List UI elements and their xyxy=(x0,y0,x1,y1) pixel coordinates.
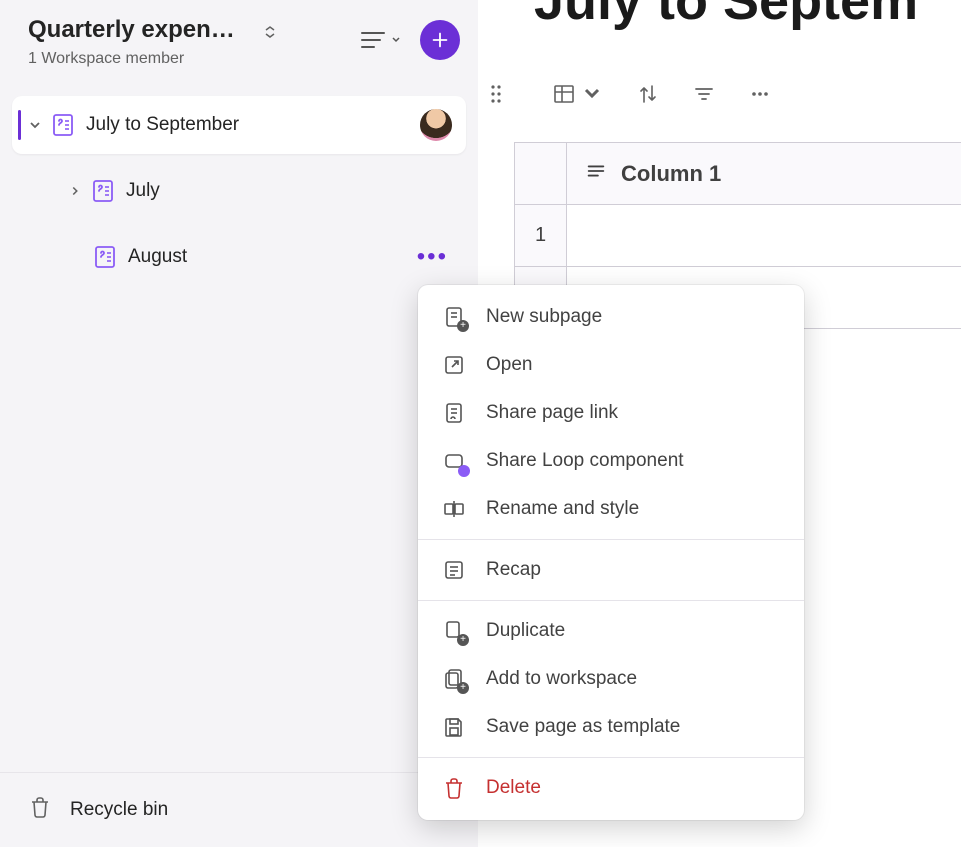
menu-recap[interactable]: Recap xyxy=(418,546,804,594)
table-cell-r1c1[interactable] xyxy=(567,205,961,267)
recap-icon xyxy=(442,558,466,582)
column-header-1[interactable]: Column 1 xyxy=(567,143,961,205)
trash-icon xyxy=(28,795,52,825)
delete-icon xyxy=(442,776,466,800)
workspace-switcher-icon[interactable] xyxy=(260,24,280,40)
menu-item-label: Share Loop component xyxy=(486,450,684,472)
menu-separator xyxy=(418,539,804,540)
rename-icon xyxy=(442,497,466,521)
menu-item-label: Add to workspace xyxy=(486,668,637,690)
loop-page-icon xyxy=(50,112,76,138)
menu-share-page-link[interactable]: Share page link xyxy=(418,389,804,437)
table-corner-cell[interactable] xyxy=(515,143,567,205)
menu-separator xyxy=(418,600,804,601)
new-subpage-icon: + xyxy=(442,305,466,329)
menu-item-label: Rename and style xyxy=(486,498,639,520)
page-tree: July to September July August ••• xyxy=(0,78,478,772)
menu-item-label: Recap xyxy=(486,559,541,581)
menu-share-loop-component[interactable]: Share Loop component xyxy=(418,437,804,485)
recycle-bin-label: Recycle bin xyxy=(70,799,168,821)
tree-item-label: July to September xyxy=(86,114,420,136)
save-template-icon xyxy=(442,715,466,739)
tree-item-july-to-september[interactable]: July to September xyxy=(12,96,466,154)
menu-item-label: Open xyxy=(486,354,532,376)
column-header-label: Column 1 xyxy=(621,161,721,187)
page-title[interactable]: July to Septem xyxy=(478,0,961,32)
page-context-menu: + New subpage Open Share page link Share… xyxy=(418,285,804,820)
menu-item-label: Delete xyxy=(486,777,541,799)
share-link-icon xyxy=(442,401,466,425)
menu-item-label: New subpage xyxy=(486,306,602,328)
menu-item-label: Share page link xyxy=(486,402,618,424)
menu-item-label: Save page as template xyxy=(486,716,680,738)
duplicate-icon: + xyxy=(442,619,466,643)
menu-add-to-workspace[interactable]: + Add to workspace xyxy=(418,655,804,703)
view-options-button[interactable] xyxy=(360,29,402,51)
tree-item-label: August xyxy=(128,246,411,268)
add-page-button[interactable] xyxy=(420,20,460,60)
menu-separator xyxy=(418,757,804,758)
menu-duplicate[interactable]: + Duplicate xyxy=(418,607,804,655)
menu-item-label: Duplicate xyxy=(486,620,565,642)
table-type-button[interactable] xyxy=(552,82,604,106)
avatar[interactable] xyxy=(420,109,452,141)
open-icon xyxy=(442,353,466,377)
row-number-1[interactable]: 1 xyxy=(515,205,567,267)
recycle-bin-button[interactable]: Recycle bin xyxy=(0,772,478,847)
text-column-icon xyxy=(585,160,607,188)
sort-button[interactable] xyxy=(636,82,660,106)
workspace-title[interactable]: Quarterly expendit… xyxy=(28,16,248,44)
tree-item-label: July xyxy=(126,180,454,202)
share-loop-icon xyxy=(442,449,466,473)
menu-open[interactable]: Open xyxy=(418,341,804,389)
menu-save-template[interactable]: Save page as template xyxy=(418,703,804,751)
header-tools xyxy=(360,20,460,60)
drag-handle-icon[interactable] xyxy=(488,84,504,104)
workspace-subtitle: 1 Workspace member xyxy=(28,50,352,68)
menu-delete[interactable]: Delete xyxy=(418,764,804,812)
chevron-down-icon[interactable] xyxy=(24,117,46,133)
loop-page-icon xyxy=(90,178,116,204)
menu-rename-style[interactable]: Rename and style xyxy=(418,485,804,533)
more-toolbar-button[interactable] xyxy=(748,82,772,106)
tree-item-july[interactable]: July xyxy=(12,162,466,220)
sidebar: Quarterly expendit… 1 Workspace member xyxy=(0,0,478,847)
menu-new-subpage[interactable]: + New subpage xyxy=(418,293,804,341)
add-workspace-icon: + xyxy=(442,667,466,691)
chevron-right-icon[interactable] xyxy=(64,184,86,198)
workspace-title-wrap: Quarterly expendit… 1 Workspace member xyxy=(28,16,352,68)
sidebar-header: Quarterly expendit… 1 Workspace member xyxy=(0,0,478,78)
filter-button[interactable] xyxy=(692,82,716,106)
loop-page-icon xyxy=(92,244,118,270)
block-toolbar xyxy=(478,32,961,106)
more-options-button[interactable]: ••• xyxy=(411,243,454,271)
tree-item-august[interactable]: August ••• xyxy=(12,228,466,286)
